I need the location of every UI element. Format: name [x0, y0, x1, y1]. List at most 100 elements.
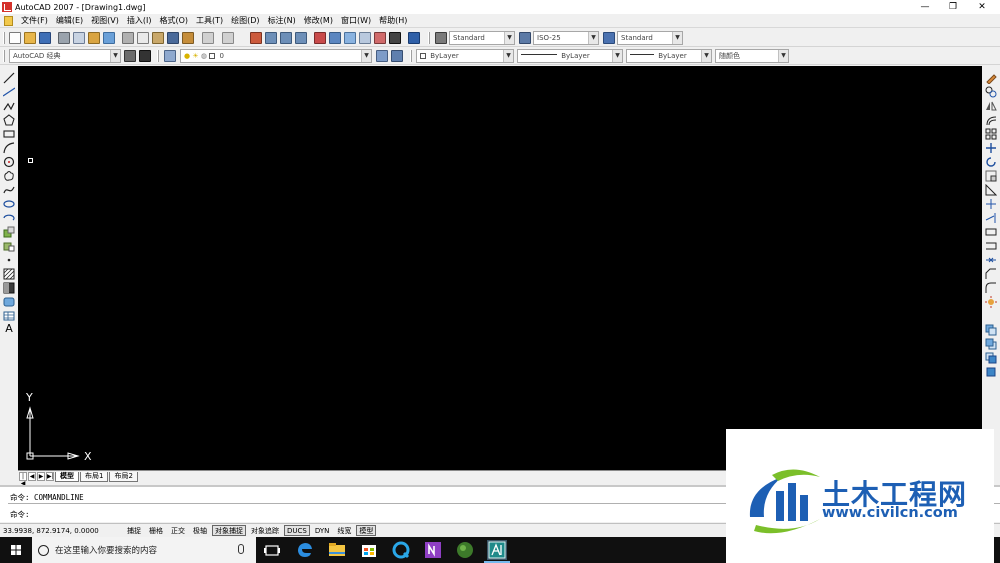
chevron-down-icon[interactable]: ▼	[503, 50, 513, 62]
new-icon[interactable]	[9, 32, 21, 44]
rectangle-icon[interactable]	[3, 128, 15, 140]
circle-icon[interactable]	[3, 156, 15, 168]
move-icon[interactable]	[985, 142, 997, 154]
pan-icon[interactable]	[250, 32, 262, 44]
layer-select[interactable]: ● ☀ ◍ 0 ▼	[180, 49, 372, 63]
dimension-style-icon[interactable]	[519, 32, 531, 44]
redo-icon[interactable]	[222, 32, 234, 44]
task-view-icon[interactable]	[262, 540, 282, 560]
chevron-down-icon[interactable]: ▼	[361, 50, 371, 62]
qq-browser-icon[interactable]	[391, 540, 411, 560]
sheet-set-icon[interactable]	[359, 32, 371, 44]
bring-above-icon[interactable]	[985, 366, 997, 378]
calculator-icon[interactable]	[389, 32, 401, 44]
lineweight-select[interactable]: ByLayer ▼	[626, 49, 712, 63]
ellipse-icon[interactable]	[3, 198, 15, 210]
markup-icon[interactable]	[374, 32, 386, 44]
mirror-icon[interactable]	[985, 100, 997, 112]
autocad-taskbar-icon[interactable]	[487, 540, 507, 560]
stretch-icon[interactable]	[985, 184, 997, 196]
next-tab-button[interactable]: ▶	[37, 472, 45, 481]
plot-icon[interactable]	[58, 32, 70, 44]
plot-preview-icon[interactable]	[73, 32, 85, 44]
windows-start-icon[interactable]	[0, 537, 32, 563]
point-icon[interactable]	[3, 254, 15, 266]
join-icon[interactable]	[985, 254, 997, 266]
erase-icon[interactable]	[985, 72, 997, 84]
toolbar-grip[interactable]	[157, 50, 159, 62]
polyline-icon[interactable]	[3, 100, 15, 112]
ducs-toggle[interactable]: DUCS	[284, 525, 310, 536]
table-style-icon[interactable]	[603, 32, 615, 44]
table-style-select[interactable]: Standard ▼	[617, 31, 683, 45]
cut-icon[interactable]	[122, 32, 134, 44]
chevron-down-icon[interactable]: ▼	[110, 50, 120, 62]
menu-tools[interactable]: 工具(T)	[192, 15, 227, 26]
command-prompt[interactable]: 命令:	[10, 509, 30, 520]
match-properties-icon[interactable]	[167, 32, 179, 44]
table-icon[interactable]	[3, 310, 15, 322]
toolbar-grip[interactable]	[428, 32, 430, 44]
menu-dimension[interactable]: 标注(N)	[264, 15, 300, 26]
layer-manager-icon[interactable]	[164, 50, 176, 62]
menu-window[interactable]: 窗口(W)	[337, 15, 375, 26]
bring-to-front-icon[interactable]	[985, 338, 997, 350]
tool-palettes-icon[interactable]	[344, 32, 356, 44]
menu-edit[interactable]: 编辑(E)	[52, 15, 87, 26]
dimension-style-select[interactable]: ISO-25 ▼	[533, 31, 599, 45]
tab-model[interactable]: 模型	[55, 471, 79, 482]
zoom-previous-icon[interactable]	[295, 32, 307, 44]
color-select[interactable]: ByLayer ▼	[416, 49, 514, 63]
toolbar-grip[interactable]	[3, 32, 5, 44]
multiline-text-icon[interactable]: A	[3, 323, 15, 335]
region-icon[interactable]	[3, 296, 15, 308]
explode-icon[interactable]	[985, 296, 997, 308]
autocad-app-icon[interactable]	[2, 2, 12, 12]
drawing-canvas[interactable]: Y X	[18, 66, 982, 470]
make-object-layer-current-icon[interactable]	[376, 50, 388, 62]
properties-icon[interactable]	[314, 32, 326, 44]
publish-icon[interactable]	[88, 32, 100, 44]
chevron-down-icon[interactable]: ▼	[778, 50, 788, 62]
text-style-icon[interactable]	[435, 32, 447, 44]
restore-button[interactable]: ❐	[937, 0, 969, 14]
grid-toggle[interactable]: 栅格	[146, 525, 166, 536]
document-icon[interactable]	[4, 15, 13, 26]
onenote-icon[interactable]	[423, 540, 443, 560]
layer-previous-icon[interactable]	[391, 50, 403, 62]
design-center-icon[interactable]	[329, 32, 341, 44]
menu-file[interactable]: 文件(F)	[17, 15, 52, 26]
otrack-toggle[interactable]: 对象追踪	[248, 525, 282, 536]
lineweight-toggle[interactable]: 线宽	[334, 525, 354, 536]
chevron-down-icon[interactable]: ▼	[672, 32, 682, 44]
menu-view[interactable]: 视图(V)	[87, 15, 123, 26]
trim-icon[interactable]	[985, 198, 997, 210]
draw-order-icon[interactable]	[985, 324, 997, 336]
chevron-down-icon[interactable]: ▼	[701, 50, 711, 62]
workspace-settings-icon[interactable]	[124, 50, 136, 62]
save-icon[interactable]	[39, 32, 51, 44]
insert-block-icon[interactable]	[3, 226, 15, 238]
menu-insert[interactable]: 插入(I)	[123, 15, 156, 26]
gradient-icon[interactable]	[3, 282, 15, 294]
menu-help[interactable]: 帮助(H)	[375, 15, 411, 26]
send-to-back-icon[interactable]	[985, 352, 997, 364]
hatch-icon[interactable]	[3, 268, 15, 280]
undo-icon[interactable]	[202, 32, 214, 44]
block-editor-icon[interactable]	[182, 32, 194, 44]
zoom-realtime-icon[interactable]	[265, 32, 277, 44]
chevron-down-icon[interactable]: ▼	[612, 50, 622, 62]
menu-draw[interactable]: 绘图(D)	[227, 15, 263, 26]
tab-layout2[interactable]: 布局2	[109, 471, 138, 482]
offset-icon[interactable]	[985, 114, 997, 126]
revision-cloud-icon[interactable]	[3, 170, 15, 182]
model-toggle[interactable]: 模型	[356, 525, 377, 536]
workspace-save-icon[interactable]	[139, 50, 151, 62]
chevron-down-icon[interactable]: ▼	[504, 32, 514, 44]
construction-line-icon[interactable]	[3, 86, 15, 98]
chamfer-icon[interactable]	[985, 268, 997, 280]
plot-style-select[interactable]: 随颜色 ▼	[715, 49, 789, 63]
last-tab-button[interactable]: ▶|	[46, 472, 54, 481]
3d-dwf-icon[interactable]	[103, 32, 115, 44]
edge-browser-icon[interactable]	[295, 540, 315, 560]
